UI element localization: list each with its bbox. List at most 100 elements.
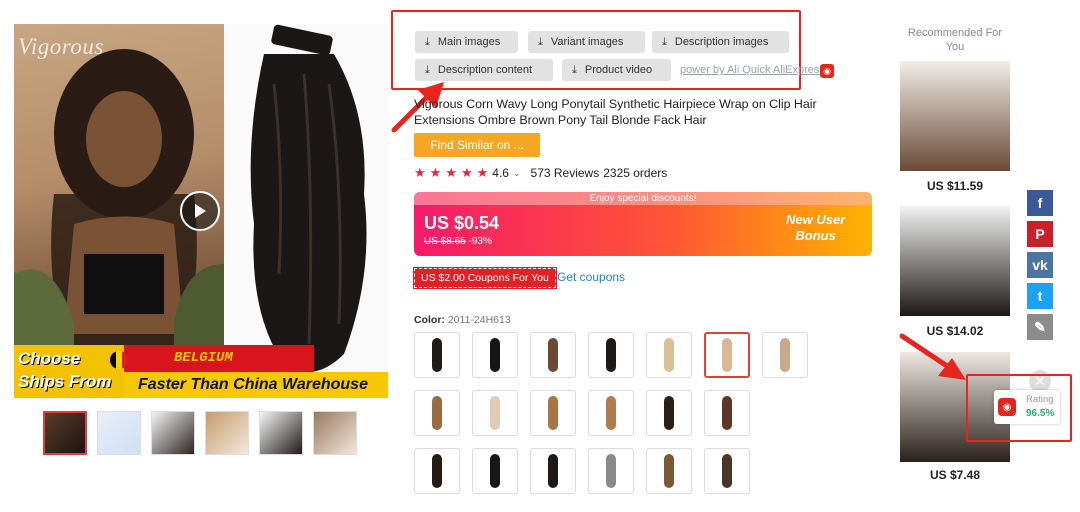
star-icon: ★: [445, 165, 457, 180]
swatch-ponytail-image: [664, 338, 674, 372]
color-swatch[interactable]: [704, 448, 750, 494]
twitter-share-icon[interactable]: t: [1027, 283, 1053, 309]
main-images-button[interactable]: ⤓ Main images: [415, 31, 518, 53]
color-swatch[interactable]: [472, 332, 518, 378]
swatch-ponytail-image: [664, 396, 674, 430]
download-icon: ⤓: [425, 35, 430, 48]
ali-quick-logo-icon: ◉: [820, 64, 834, 78]
swatch-ponytail-image: [490, 338, 500, 372]
original-price-row: US $8.65 -93%: [424, 236, 492, 247]
swatch-ponytail-image: [606, 396, 616, 430]
original-price: US $8.65: [424, 236, 466, 247]
reviews-count[interactable]: 573 Reviews: [531, 166, 600, 180]
vk-share-icon[interactable]: vk: [1027, 252, 1053, 278]
color-swatch[interactable]: [472, 448, 518, 494]
description-images-button[interactable]: ⤓ Description images: [652, 31, 789, 53]
swatch-ponytail-image: [664, 454, 674, 488]
price-box: Enjoy special discounts! US $0.54 US $8.…: [414, 192, 872, 256]
star-icon: ★: [476, 165, 489, 180]
rating-row: ★ ★ ★ ★ ★ 4.6 ⌄ 573 Reviews 2325 orders: [414, 165, 667, 181]
swatch-ponytail-image: [490, 454, 500, 488]
variant-images-button[interactable]: ⤓ Variant images: [528, 31, 645, 53]
color-swatch[interactable]: [530, 390, 576, 436]
product-title: Vigorous Corn Wavy Long Ponytail Synthet…: [414, 97, 817, 127]
thumbnail-4[interactable]: [205, 411, 249, 455]
swatch-ponytail-image: [722, 338, 732, 372]
color-swatch[interactable]: [588, 390, 634, 436]
thumbnail-5[interactable]: [259, 411, 303, 455]
download-icon: ⤓: [538, 35, 543, 48]
orders-count: 2325 orders: [603, 166, 668, 180]
brand-logo: Vigorous: [18, 34, 104, 59]
banner-tagline: Faster Than China Warehouse: [138, 376, 368, 393]
swatch-ponytail-image: [606, 338, 616, 372]
swatch-ponytail-image: [548, 454, 558, 488]
recommended-item-1-price[interactable]: US $11.59: [900, 179, 1010, 193]
star-icon: ★: [429, 165, 442, 180]
color-swatch[interactable]: [704, 332, 750, 378]
edit-share-icon[interactable]: ✎: [1027, 314, 1053, 340]
pinterest-share-icon[interactable]: P: [1027, 221, 1053, 247]
color-swatch[interactable]: [762, 332, 808, 378]
color-value: 2011-24H613: [447, 314, 511, 326]
rating-widget-highlight: [966, 374, 1072, 442]
facebook-share-icon[interactable]: f: [1027, 190, 1053, 216]
annotation-arrow-rating: [899, 333, 966, 380]
ponytail-photo: [224, 24, 388, 398]
swatch-ponytail-image: [432, 338, 442, 372]
thumbnail-1[interactable]: [43, 411, 87, 455]
banner-choose-text: Choose: [18, 349, 81, 368]
recommended-item-3-price[interactable]: US $7.48: [900, 468, 1010, 482]
get-coupons-link[interactable]: Get coupons: [557, 270, 625, 284]
swatch-ponytail-image: [432, 396, 442, 430]
star-icon: ★: [460, 165, 473, 180]
color-swatch[interactable]: [414, 448, 460, 494]
swatch-ponytail-image: [548, 396, 558, 430]
discount-percent: -93%: [468, 236, 492, 247]
color-swatch[interactable]: [414, 390, 460, 436]
powered-by-link[interactable]: power by Ali Quick AliExpress: [680, 64, 825, 76]
color-swatch[interactable]: [646, 390, 692, 436]
ships-from-banner: Choose Ships From BELGIUM Faster Than Ch…: [14, 345, 388, 398]
color-swatch[interactable]: [530, 448, 576, 494]
enjoy-discounts-text: Enjoy special discounts!: [414, 192, 872, 205]
chevron-down-icon[interactable]: ⌄: [513, 168, 521, 179]
color-swatch[interactable]: [588, 448, 634, 494]
swatch-ponytail-image: [722, 396, 732, 430]
swatch-ponytail-image: [548, 338, 558, 372]
find-similar-button[interactable]: Find Similar on ...: [414, 133, 540, 157]
color-swatch[interactable]: [704, 390, 750, 436]
swatch-ponytail-image: [606, 454, 616, 488]
banner-country: BELGIUM: [174, 350, 233, 366]
thumbnail-2[interactable]: [97, 411, 141, 455]
swatch-ponytail-image: [722, 454, 732, 488]
thumbnail-6[interactable]: [313, 411, 357, 455]
play-icon: [195, 204, 206, 218]
swatch-ponytail-image: [780, 338, 790, 372]
swatch-ponytail-image: [490, 396, 500, 430]
color-swatch[interactable]: [414, 332, 460, 378]
color-swatch[interactable]: [588, 332, 634, 378]
color-swatch[interactable]: [646, 332, 692, 378]
belgium-flag-icon: [110, 351, 128, 369]
swatch-ponytail-image: [432, 454, 442, 488]
rating-value: 4.6: [492, 166, 509, 180]
main-product-image[interactable]: Vigorous Choose Ships From BELGIUM Faste…: [14, 24, 388, 398]
current-price: US $0.54: [424, 213, 500, 233]
download-icon: ⤓: [572, 63, 577, 76]
play-video-button[interactable]: [180, 191, 220, 231]
download-icon: ⤓: [662, 35, 667, 48]
banner-ships-from-text: Ships From: [18, 372, 112, 391]
color-swatch[interactable]: [530, 332, 576, 378]
recommended-item-1-image[interactable]: [900, 61, 1010, 171]
color-swatch[interactable]: [646, 448, 692, 494]
star-icon: ★: [414, 165, 426, 180]
color-label: Color: 2011-24H613: [414, 314, 511, 326]
product-video-button[interactable]: ⤓ Product video: [562, 59, 671, 81]
download-icon: ⤓: [425, 63, 430, 76]
thumbnail-3[interactable]: [151, 411, 195, 455]
new-user-bonus[interactable]: New User Bonus: [786, 212, 845, 244]
coupon-badge: US $2.00 Coupons For You: [413, 267, 557, 289]
recommended-title: Recommended For You: [907, 27, 1003, 53]
color-swatch[interactable]: [472, 390, 518, 436]
